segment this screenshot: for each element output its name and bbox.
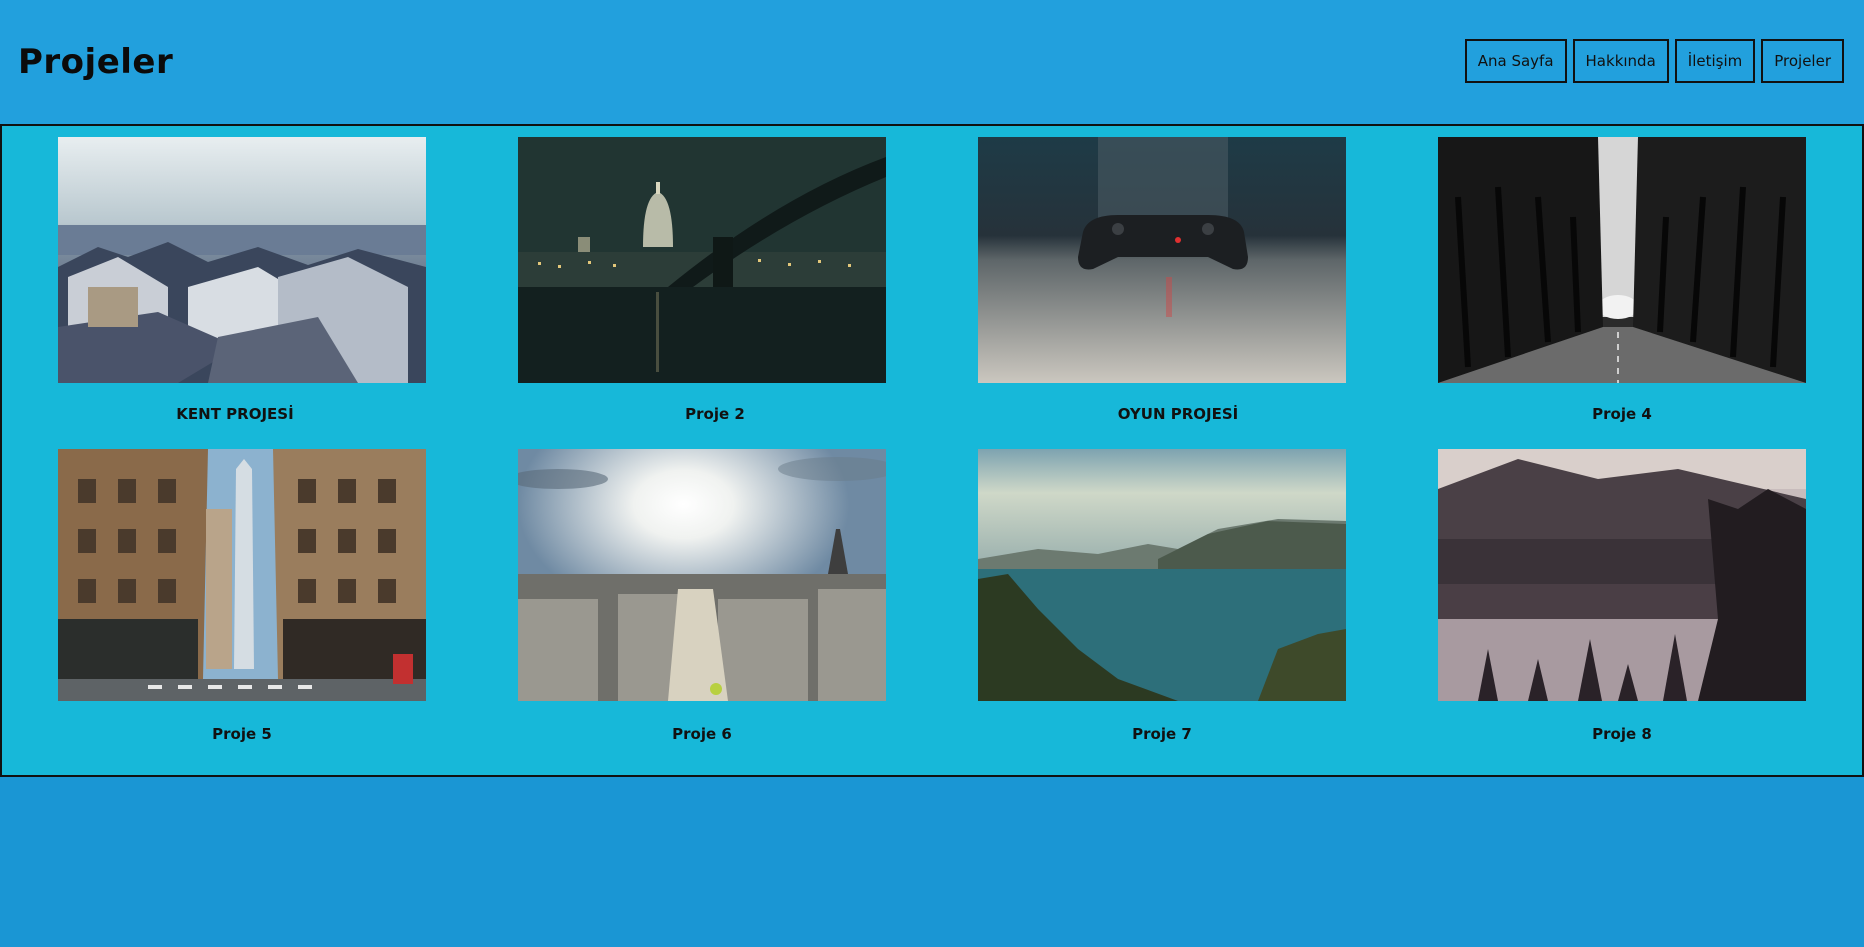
project-image[interactable] [58, 449, 426, 701]
project-image[interactable] [518, 449, 886, 701]
project-title: Proje 6 [672, 725, 732, 743]
page-title: Projeler [18, 42, 174, 82]
project-card[interactable]: KENT PROJESİ [58, 137, 426, 423]
nav-about-button[interactable]: Hakkında [1572, 39, 1669, 83]
project-image[interactable] [978, 449, 1346, 701]
main-nav: Ana Sayfa Hakkında İletişim Projeler [1464, 39, 1844, 83]
nav-projects-button[interactable]: Projeler [1761, 39, 1844, 83]
project-title: OYUN PROJESİ [1117, 405, 1239, 423]
project-gallery: KENT PROJESİ Proje 2 OYUN PROJESİ Proje … [0, 124, 1864, 777]
project-image[interactable] [518, 137, 886, 383]
project-card[interactable]: OYUN PROJESİ [978, 137, 1346, 423]
project-card[interactable]: Proje 8 [1438, 449, 1806, 743]
project-image[interactable] [1438, 137, 1806, 383]
project-card[interactable]: Proje 4 [1438, 137, 1806, 423]
site-header: Projeler Ana Sayfa Hakkında İletişim Pro… [0, 0, 1864, 124]
project-image[interactable] [58, 137, 426, 383]
project-image[interactable] [978, 137, 1346, 383]
project-image[interactable] [1438, 449, 1806, 701]
project-title: Proje 4 [1592, 405, 1652, 423]
project-title: Proje 8 [1592, 725, 1652, 743]
project-title: Proje 2 [685, 405, 745, 423]
project-title: KENT PROJESİ [176, 405, 294, 423]
project-title: Proje 5 [212, 725, 272, 743]
project-title: Proje 7 [1132, 725, 1192, 743]
project-card[interactable]: Proje 5 [58, 449, 426, 743]
nav-home-button[interactable]: Ana Sayfa [1464, 39, 1567, 83]
project-card[interactable]: Proje 7 [978, 449, 1346, 743]
project-card[interactable]: Proje 6 [518, 449, 886, 743]
nav-contact-button[interactable]: İletişim [1674, 39, 1756, 83]
project-card[interactable]: Proje 2 [518, 137, 886, 423]
